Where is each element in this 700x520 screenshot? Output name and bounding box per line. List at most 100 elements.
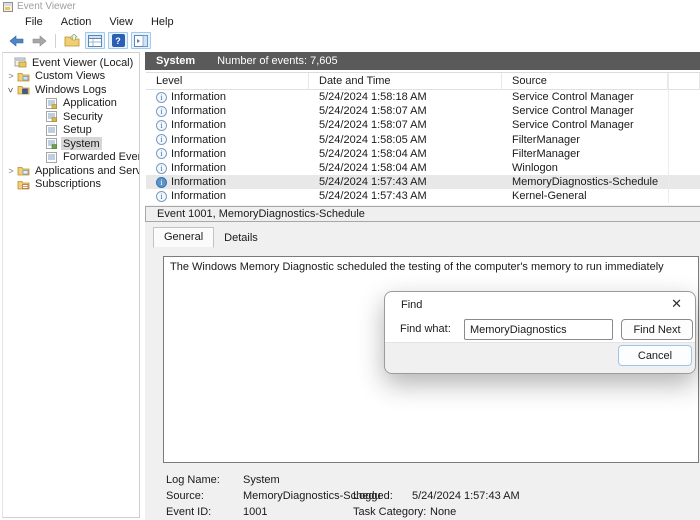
services-folder-icon bbox=[17, 167, 30, 176]
column-spacer bbox=[668, 73, 700, 90]
forward-arrow-icon[interactable] bbox=[29, 32, 49, 49]
tree-item-custom-views[interactable]: > Custom Views bbox=[3, 70, 139, 84]
event-detail-header: Event 1001, MemoryDiagnostics-Schedule bbox=[145, 206, 700, 222]
information-icon bbox=[156, 91, 167, 103]
tree-item-label: Applications and Services Lo bbox=[35, 164, 140, 177]
tree-item-application[interactable]: Application bbox=[3, 97, 139, 111]
tree-item-windows-logs[interactable]: > Windows Logs bbox=[3, 83, 139, 97]
table-row[interactable]: Information 5/24/2024 1:58:07 AM Service… bbox=[146, 118, 700, 132]
information-icon bbox=[156, 105, 167, 117]
event-datetime: 5/24/2024 1:58:18 AM bbox=[319, 91, 427, 104]
tree-item-setup[interactable]: Setup bbox=[3, 124, 139, 138]
back-arrow-icon[interactable] bbox=[6, 32, 26, 49]
tree-item-label: Security bbox=[63, 110, 103, 123]
window-titlebar: Event Viewer bbox=[0, 0, 700, 13]
column-source[interactable]: Source bbox=[502, 73, 668, 90]
find-next-button[interactable]: Find Next bbox=[621, 319, 693, 340]
event-description-text: The Windows Memory Diagnostic scheduled … bbox=[170, 261, 664, 273]
event-datetime: 5/24/2024 1:58:05 AM bbox=[319, 133, 427, 146]
table-row[interactable]: Information 5/24/2024 1:58:18 AM Service… bbox=[146, 90, 700, 104]
log-file-icon bbox=[46, 111, 57, 123]
chevron-collapsed-icon[interactable]: > bbox=[5, 71, 17, 81]
column-date-and-time[interactable]: Date and Time bbox=[309, 73, 502, 90]
cancel-button[interactable]: Cancel bbox=[618, 345, 692, 366]
menu-action[interactable]: Action bbox=[52, 16, 101, 28]
event-datetime: 5/24/2024 1:58:07 AM bbox=[319, 119, 427, 132]
event-datetime: 5/24/2024 1:58:04 AM bbox=[319, 147, 427, 160]
menu-view[interactable]: View bbox=[100, 16, 142, 28]
tab-general[interactable]: General bbox=[153, 227, 215, 248]
event-source: Service Control Manager bbox=[512, 91, 634, 104]
event-source: Kernel-General bbox=[512, 190, 587, 203]
event-datetime: 5/24/2024 1:58:04 AM bbox=[319, 162, 427, 175]
event-viewer-app-icon bbox=[3, 1, 13, 12]
open-saved-log-icon[interactable] bbox=[62, 32, 82, 49]
event-list: Level Date and Time Source Information 5… bbox=[146, 72, 700, 204]
event-id-value: 1001 bbox=[243, 506, 268, 518]
event-level: Information bbox=[171, 91, 227, 104]
log-file-icon bbox=[46, 97, 57, 109]
logged-label: Logged: bbox=[353, 490, 393, 502]
log-file-icon bbox=[46, 124, 57, 136]
log-name-label: Log Name: bbox=[166, 474, 220, 486]
log-file-icon bbox=[46, 138, 57, 150]
log-name-value: System bbox=[243, 474, 280, 486]
event-detail-title: Event 1001, MemoryDiagnostics-Schedule bbox=[157, 208, 365, 220]
event-source: Service Control Manager bbox=[512, 119, 634, 132]
tab-details[interactable]: Details bbox=[214, 229, 268, 248]
find-dialog-title: Find bbox=[401, 299, 423, 311]
chevron-expanded-icon[interactable]: > bbox=[5, 85, 17, 95]
information-icon bbox=[156, 134, 167, 146]
find-dialog: Find ✕ Find what: Find Next Cancel bbox=[384, 291, 696, 374]
task-category-value: None bbox=[430, 506, 457, 518]
toolbar bbox=[0, 30, 700, 51]
event-source: MemoryDiagnostics-Schedule bbox=[512, 176, 659, 189]
tree-item-label: System bbox=[63, 137, 100, 150]
table-row[interactable]: Information 5/24/2024 1:58:04 AM Winlogo… bbox=[146, 161, 700, 175]
tree-item-event-viewer-local[interactable]: Event Viewer (Local) bbox=[3, 56, 139, 70]
help-icon[interactable] bbox=[108, 32, 128, 49]
event-level: Information bbox=[171, 176, 227, 189]
tree-item-subscriptions[interactable]: Subscriptions bbox=[3, 178, 139, 192]
event-viewer-root-icon bbox=[14, 57, 27, 68]
table-row-selected[interactable]: Information 5/24/2024 1:57:43 AM MemoryD… bbox=[146, 175, 700, 190]
menu-help[interactable]: Help bbox=[142, 16, 183, 28]
table-row[interactable]: Information 5/24/2024 1:58:05 AM FilterM… bbox=[146, 133, 700, 147]
information-icon bbox=[156, 176, 167, 188]
events-count: Number of events: 7,605 bbox=[217, 55, 338, 67]
table-row[interactable]: Information 5/24/2024 1:58:07 AM Service… bbox=[146, 104, 700, 118]
subscriptions-icon bbox=[17, 180, 30, 190]
tree-item-label: Custom Views bbox=[35, 70, 106, 83]
column-level[interactable]: Level bbox=[146, 73, 309, 90]
event-datetime: 5/24/2024 1:58:07 AM bbox=[319, 105, 427, 118]
log-title: System bbox=[156, 55, 196, 67]
information-icon bbox=[156, 190, 167, 202]
toolbar-separator bbox=[55, 33, 56, 48]
tree-item-label: Forwarded Events bbox=[63, 151, 139, 164]
menu-file[interactable]: File bbox=[16, 16, 52, 28]
source-label: Source: bbox=[166, 490, 204, 502]
event-datetime: 5/24/2024 1:57:43 AM bbox=[319, 176, 427, 189]
table-row[interactable]: Information 5/24/2024 1:57:43 AM Kernel-… bbox=[146, 189, 700, 203]
action-pane-icon[interactable] bbox=[131, 32, 151, 49]
chevron-collapsed-icon[interactable]: > bbox=[5, 166, 17, 176]
tree-item-system[interactable]: System bbox=[3, 137, 139, 151]
tree-item-label: Setup bbox=[63, 124, 92, 137]
tree-item-label: Windows Logs bbox=[35, 83, 107, 96]
create-custom-view-icon[interactable] bbox=[85, 32, 105, 49]
event-level: Information bbox=[171, 190, 227, 203]
tree-item-security[interactable]: Security bbox=[3, 110, 139, 124]
close-icon[interactable]: ✕ bbox=[671, 296, 682, 312]
tree-item-applications-and-services[interactable]: > Applications and Services Lo bbox=[3, 164, 139, 178]
tree-item-label: Application bbox=[63, 97, 117, 110]
event-list-header: Level Date and Time Source bbox=[146, 73, 700, 90]
tree-item-forwarded-events[interactable]: Forwarded Events bbox=[3, 151, 139, 165]
event-source: FilterManager bbox=[512, 133, 580, 146]
event-source: Service Control Manager bbox=[512, 105, 634, 118]
event-source: FilterManager bbox=[512, 147, 580, 160]
console-tree-panel: Event Viewer (Local) > Custom Views > Wi… bbox=[2, 52, 140, 518]
information-icon bbox=[156, 119, 167, 131]
find-what-input[interactable] bbox=[464, 319, 613, 340]
custom-views-folder-icon bbox=[17, 72, 30, 82]
table-row[interactable]: Information 5/24/2024 1:58:04 AM FilterM… bbox=[146, 147, 700, 161]
